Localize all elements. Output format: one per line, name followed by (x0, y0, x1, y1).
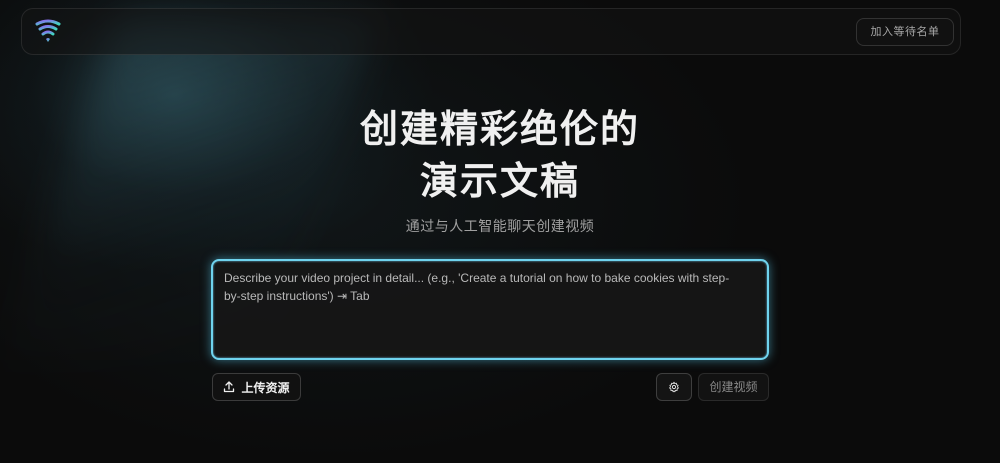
upload-assets-button[interactable]: 上传资源 (212, 373, 301, 401)
settings-button[interactable] (656, 373, 692, 401)
video-prompt-input[interactable] (213, 261, 767, 358)
upload-assets-label: 上传资源 (241, 380, 290, 395)
logo-icon[interactable] (33, 17, 63, 47)
top-navbar: 加入等待名单 (21, 8, 961, 55)
app-page: 加入等待名单 创建精彩绝伦的 演示文稿 通过与人工智能聊天创建视频 Descri… (0, 0, 1000, 463)
hero-title-line-2: 演示文稿 (419, 159, 580, 203)
prompt-input-container: Describe your video project in detail...… (211, 259, 769, 360)
hero-title-line-1: 创建精彩绝伦的 (359, 107, 640, 151)
upload-icon (224, 381, 235, 393)
gear-icon (669, 381, 679, 393)
hero-title: 创建精彩绝伦的 演示文稿 (0, 103, 1000, 207)
hero-subtitle: 通过与人工智能聊天创建视频 (405, 219, 595, 235)
join-waitlist-button[interactable]: 加入等待名单 (856, 18, 954, 46)
create-video-button[interactable]: 创建视频 (698, 373, 769, 401)
wifi-shield-logo-icon (35, 19, 61, 42)
